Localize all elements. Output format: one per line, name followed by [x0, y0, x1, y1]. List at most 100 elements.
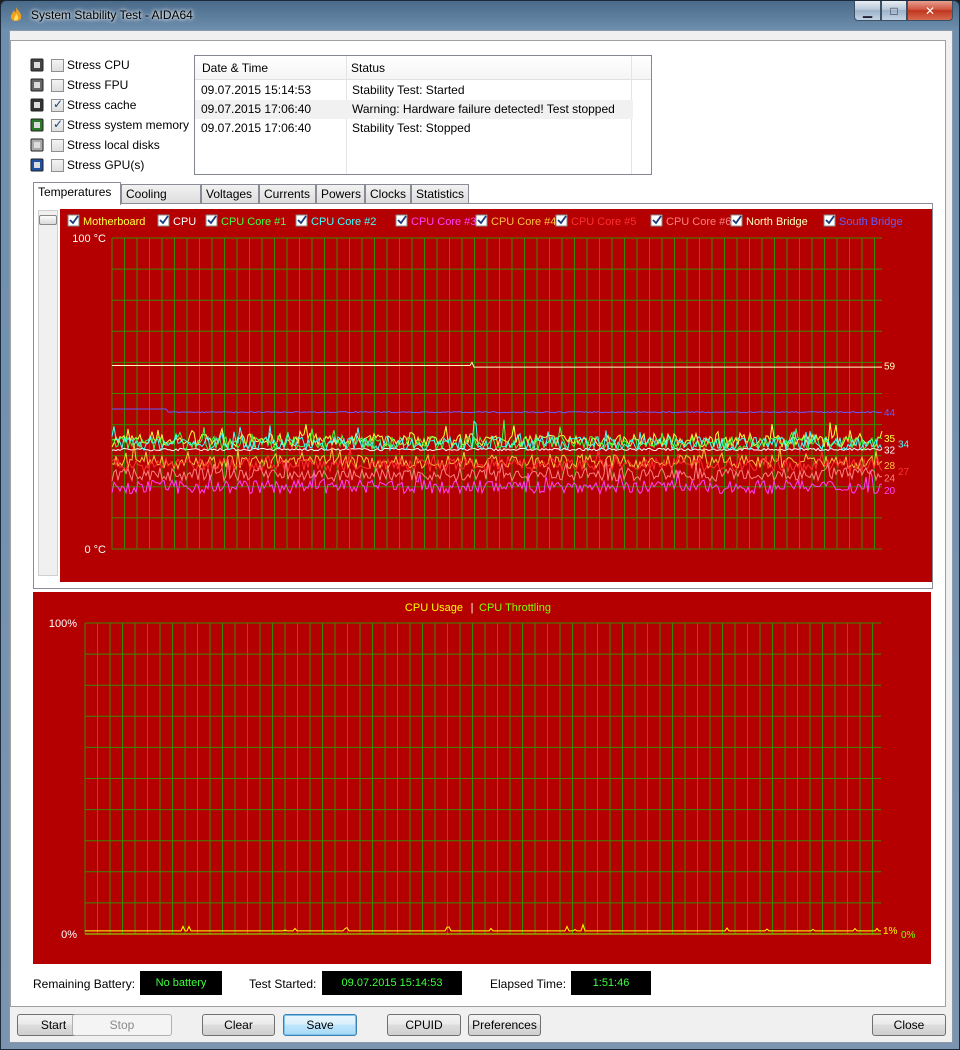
stress-checkbox[interactable]: [51, 138, 64, 152]
preferences-button[interactable]: Preferences: [468, 1014, 541, 1036]
legend-separator: |: [471, 602, 474, 614]
log-header-status[interactable]: Status: [351, 61, 385, 75]
tab-currents[interactable]: Currents: [259, 184, 316, 204]
legend-label: CPU Core #3: [411, 216, 476, 228]
stop-button[interactable]: Stop: [72, 1014, 172, 1036]
stress-option-label: Stress FPU: [67, 78, 129, 92]
stress-option-label: Stress local disks: [67, 138, 160, 152]
legend-label: CPU Core #6: [666, 216, 731, 228]
app-window: System Stability Test - AIDA64 ▁ □ ✕ Str…: [0, 0, 960, 1050]
legend-label: CPU Throttling: [479, 602, 551, 614]
status-bar: Remaining Battery: No battery Test Start…: [11, 967, 947, 997]
log-status: Warning: Hardware failure detected! Test…: [352, 102, 615, 116]
tab-temperatures[interactable]: Temperatures: [33, 182, 121, 205]
legend-label: CPU Core #4: [491, 216, 556, 228]
tab-cooling-fans[interactable]: Cooling Fans: [121, 184, 201, 219]
tab-clocks[interactable]: Clocks: [365, 184, 411, 204]
log-row[interactable]: 09.07.2015 17:06:40 Stability Test: Stop…: [195, 119, 633, 138]
chart-background: [60, 209, 932, 582]
client-area: Stress CPU Stress FPU Stress cache Stress s…: [9, 30, 953, 1043]
test-started-value: 09.07.2015 15:14:53: [322, 971, 462, 995]
close-window-button[interactable]: ✕: [907, 1, 953, 21]
series-value-label: 24: [884, 473, 896, 484]
log-row[interactable]: 09.07.2015 17:06:40 Warning: Hardware fa…: [195, 100, 633, 119]
stress-option-label: Stress CPU: [67, 58, 130, 72]
elapsed-time-value: 1:51:46: [571, 971, 651, 995]
cpuid-button[interactable]: CPUID: [387, 1014, 461, 1036]
y-axis-max-label: 100 °C: [72, 233, 106, 245]
elapsed-time-label: Elapsed Time:: [490, 977, 567, 991]
legend-label: South Bridge: [839, 216, 903, 228]
gpu-icon: [29, 158, 45, 172]
stress-option[interactable]: Stress FPU: [29, 75, 199, 95]
close-icon: ✕: [924, 3, 936, 18]
stress-checkbox[interactable]: [51, 58, 64, 72]
legend-label: CPU Core #2: [311, 216, 376, 228]
y-axis-min-label: 0 °C: [84, 544, 106, 556]
log-status: Stability Test: Stopped: [352, 121, 471, 135]
series-value-label: 1%: [883, 926, 898, 937]
legend-item: CPU: [157, 214, 196, 228]
stress-checkbox[interactable]: [51, 97, 64, 112]
log-row[interactable]: 09.07.2015 15:14:53 Stability Test: Star…: [195, 81, 633, 100]
y-axis-max-label: 100%: [49, 618, 77, 630]
series-value-label: 20: [884, 486, 896, 497]
slider-thumb[interactable]: [39, 215, 57, 225]
stress-option[interactable]: Stress cache: [29, 95, 199, 115]
stress-checkbox[interactable]: [51, 117, 64, 132]
aida64-flame-icon: [10, 7, 22, 21]
memory-icon: [29, 118, 45, 132]
close-button[interactable]: Close: [872, 1014, 946, 1036]
fpu-icon: [29, 78, 45, 92]
stress-option[interactable]: Stress system memory: [29, 115, 199, 135]
series-value-label: 28: [884, 461, 896, 472]
legend-label: CPU Usage: [405, 602, 463, 614]
stress-checkbox[interactable]: [51, 158, 64, 172]
stress-option[interactable]: Stress local disks: [29, 135, 199, 155]
battery-value: No battery: [140, 971, 222, 995]
save-button[interactable]: Save: [283, 1014, 357, 1036]
log-datetime: 09.07.2015 17:06:40: [201, 102, 312, 116]
tab-powers[interactable]: Powers: [316, 184, 365, 204]
log-header-datetime[interactable]: Date & Time: [202, 61, 268, 75]
legend-label: CPU Core #5: [571, 216, 636, 228]
stress-option-label: Stress GPU(s): [67, 158, 145, 172]
stress-option[interactable]: Stress GPU(s): [29, 155, 199, 175]
event-log-table[interactable]: Date & Time Status 09.07.2015 15:14:53 S…: [194, 55, 652, 175]
test-started-label: Test Started:: [249, 977, 317, 991]
minimize-icon: ▁: [862, 3, 873, 18]
legend-label: Motherboard: [83, 216, 145, 228]
series-value-label: 27: [898, 467, 910, 478]
disk-icon: [29, 138, 45, 152]
series-value-label: 0%: [901, 930, 916, 941]
cache-icon: [29, 98, 45, 112]
stress-option-label: Stress system memory: [67, 118, 190, 132]
legend-label: CPU Core #1: [221, 216, 286, 228]
clear-button[interactable]: Clear: [202, 1014, 275, 1036]
temperature-chart: 100 °C 0 °C Motherboard CPU CPU Core #1 CPU C…: [60, 209, 932, 582]
legend-label: CPU: [173, 216, 196, 228]
title-bar[interactable]: System Stability Test - AIDA64 ▁ □ ✕: [1, 1, 959, 29]
series-value-label: 44: [884, 408, 896, 419]
log-datetime: 09.07.2015 17:06:40: [201, 121, 312, 135]
maximize-icon: □: [890, 3, 898, 18]
stress-checkbox[interactable]: [51, 78, 64, 92]
temperatures-tab-page: 100 °C 0 °C Motherboard CPU CPU Core #1 CPU C…: [33, 203, 933, 589]
series-value-label: 34: [898, 439, 910, 450]
tab-voltages[interactable]: Voltages: [201, 184, 259, 204]
stress-option[interactable]: Stress CPU: [29, 55, 199, 75]
cpu-usage-chart: 100%0%CPU Usage | CPU Throttling1% 0%: [33, 592, 931, 964]
log-header: Date & Time Status: [195, 56, 651, 80]
maximize-button[interactable]: □: [881, 1, 907, 21]
graph-scroll-slider[interactable]: [38, 210, 58, 576]
log-datetime: 09.07.2015 15:14:53: [201, 83, 312, 97]
tab-statistics[interactable]: Statistics: [411, 184, 469, 204]
y-axis-min-label: 0%: [61, 929, 77, 941]
main-panel: Stress CPU Stress FPU Stress cache Stress s…: [10, 40, 946, 1007]
series-value-label: 32: [884, 445, 896, 456]
minimize-button[interactable]: ▁: [854, 1, 881, 21]
series-value-label: 59: [884, 362, 896, 373]
legend-label: North Bridge: [746, 216, 808, 228]
stress-option-label: Stress cache: [67, 98, 137, 112]
window-title: System Stability Test - AIDA64: [31, 8, 193, 22]
